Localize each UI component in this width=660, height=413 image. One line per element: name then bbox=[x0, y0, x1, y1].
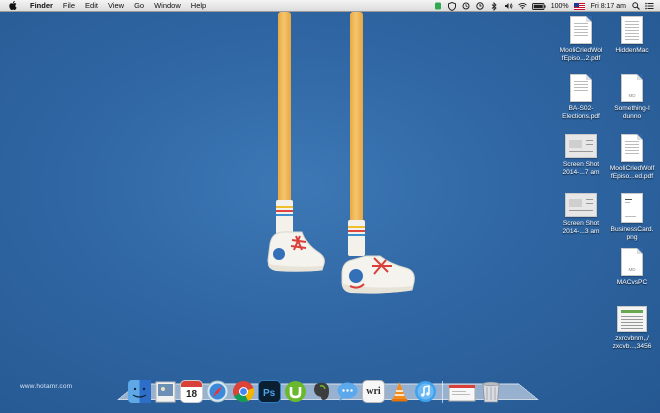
file-name: BA-S02- Elections.pdf bbox=[562, 105, 600, 120]
writer-app-label: wri bbox=[366, 386, 381, 397]
bluetooth-icon[interactable] bbox=[490, 1, 499, 11]
right-leg bbox=[350, 12, 363, 226]
pdf-document-icon bbox=[570, 74, 592, 102]
pdf-document-icon bbox=[621, 134, 643, 162]
input-source-flag-icon[interactable] bbox=[574, 2, 586, 11]
status-menus: 100% Fri 8:17 am bbox=[434, 0, 654, 12]
file-name: Screen Shot 2014-...7 am bbox=[562, 161, 600, 176]
desktop-file-moolicriedwolf-episode2-pdf[interactable]: MooliCriedWol fEpiso...2.pdf bbox=[554, 16, 608, 63]
menu-window[interactable]: Window bbox=[149, 0, 186, 12]
menu-edit[interactable]: Edit bbox=[80, 0, 103, 12]
dock-separator bbox=[442, 381, 443, 403]
time-machine-icon[interactable] bbox=[476, 2, 485, 11]
battery-percentage: 100% bbox=[550, 2, 569, 10]
left-sneaker bbox=[267, 231, 325, 272]
sync-icon[interactable] bbox=[462, 2, 471, 11]
documents-stack-icon[interactable] bbox=[448, 380, 476, 403]
menu-bar: Finder File Edit View Go Window Help 100… bbox=[0, 0, 660, 12]
desktop-file-businesscard-png[interactable]: BusinessCard. png bbox=[605, 193, 659, 242]
image-file-icon bbox=[621, 193, 643, 223]
trash-icon[interactable] bbox=[479, 380, 502, 403]
file-name: Screen Shot 2014-...3 am bbox=[562, 220, 600, 235]
photoshop-icon[interactable]: Ps bbox=[258, 380, 281, 403]
svg-text:Ps: Ps bbox=[263, 388, 276, 397]
file-name: zxrcvbnm,,/zxcvb...,3456 bbox=[612, 335, 652, 350]
desktop-file-zxrcvbnm[interactable]: zxrcvbnm,,/zxcvb...,3456 bbox=[605, 306, 659, 351]
pdf-document-icon bbox=[570, 16, 592, 44]
preview-icon[interactable] bbox=[154, 380, 177, 403]
file-name: BusinessCard. png bbox=[610, 226, 654, 241]
menu-finder[interactable]: Finder bbox=[25, 0, 58, 12]
screenshot-thumbnail-icon bbox=[565, 134, 597, 158]
itunes-icon[interactable] bbox=[414, 380, 437, 403]
watermark-text: www.hotamr.com bbox=[20, 383, 73, 390]
file-name: MooliCriedWolf fEpiso...ed.pdf bbox=[609, 165, 655, 180]
desktop-file-ba-s02-elections-pdf[interactable]: BA-S02- Elections.pdf bbox=[554, 74, 608, 121]
shield-icon[interactable] bbox=[448, 1, 457, 11]
desktop-file-moolicriedwolf-edited-pdf[interactable]: MooliCriedWolf fEpiso...ed.pdf bbox=[605, 134, 659, 181]
finder-icon[interactable] bbox=[128, 380, 151, 403]
file-name: MooliCriedWol fEpiso...2.pdf bbox=[559, 47, 603, 62]
volume-icon[interactable] bbox=[504, 2, 513, 11]
text-document-icon bbox=[621, 16, 643, 44]
right-sneaker bbox=[341, 255, 415, 294]
desktop-file-screenshot-3am[interactable]: Screen Shot 2014-...3 am bbox=[554, 193, 608, 236]
file-name: Something-I dunno bbox=[614, 105, 650, 120]
menu-view[interactable]: View bbox=[103, 0, 129, 12]
desktop-file-hiddenmac[interactable]: HiddenMac bbox=[605, 16, 659, 55]
desktop-file-screenshot-7am[interactable]: Screen Shot 2014-...7 am bbox=[554, 134, 608, 177]
calendar-icon[interactable]: 18 bbox=[180, 380, 203, 403]
messages-icon[interactable] bbox=[336, 380, 359, 403]
spreadsheet-thumbnail-icon bbox=[617, 306, 647, 332]
menu-go[interactable]: Go bbox=[129, 0, 149, 12]
menu-clock[interactable]: Fri 8:17 am bbox=[591, 3, 626, 10]
desktop-file-something-idunno[interactable]: MD Something-I dunno bbox=[605, 74, 659, 121]
evernote-status-icon[interactable] bbox=[434, 2, 443, 11]
notification-center-icon[interactable] bbox=[645, 2, 654, 11]
writer-app-icon[interactable]: wri bbox=[362, 380, 385, 403]
markdown-document-icon: MD bbox=[621, 248, 643, 276]
file-name: HiddenMac bbox=[615, 47, 649, 54]
screenshot-thumbnail-icon bbox=[565, 193, 597, 217]
spotlight-search-icon[interactable] bbox=[631, 2, 640, 11]
desktop-file-macvspc[interactable]: MD MACvsPC bbox=[605, 248, 659, 287]
menu-help[interactable]: Help bbox=[186, 0, 211, 12]
safari-icon[interactable] bbox=[206, 380, 229, 403]
utorrent-icon[interactable] bbox=[284, 380, 307, 403]
chrome-icon[interactable] bbox=[232, 380, 255, 403]
dock: 18 Ps wri bbox=[128, 373, 502, 403]
markdown-document-icon: MD bbox=[621, 74, 643, 102]
vlc-icon[interactable] bbox=[388, 380, 411, 403]
menu-file[interactable]: File bbox=[58, 0, 80, 12]
left-leg bbox=[278, 12, 291, 204]
calendar-date: 18 bbox=[185, 388, 198, 400]
battery-icon[interactable] bbox=[531, 2, 546, 11]
file-name: MACvsPC bbox=[616, 279, 648, 286]
apple-menu-icon[interactable] bbox=[9, 1, 19, 10]
evernote-icon[interactable] bbox=[310, 380, 333, 403]
wifi-icon[interactable] bbox=[517, 2, 527, 11]
